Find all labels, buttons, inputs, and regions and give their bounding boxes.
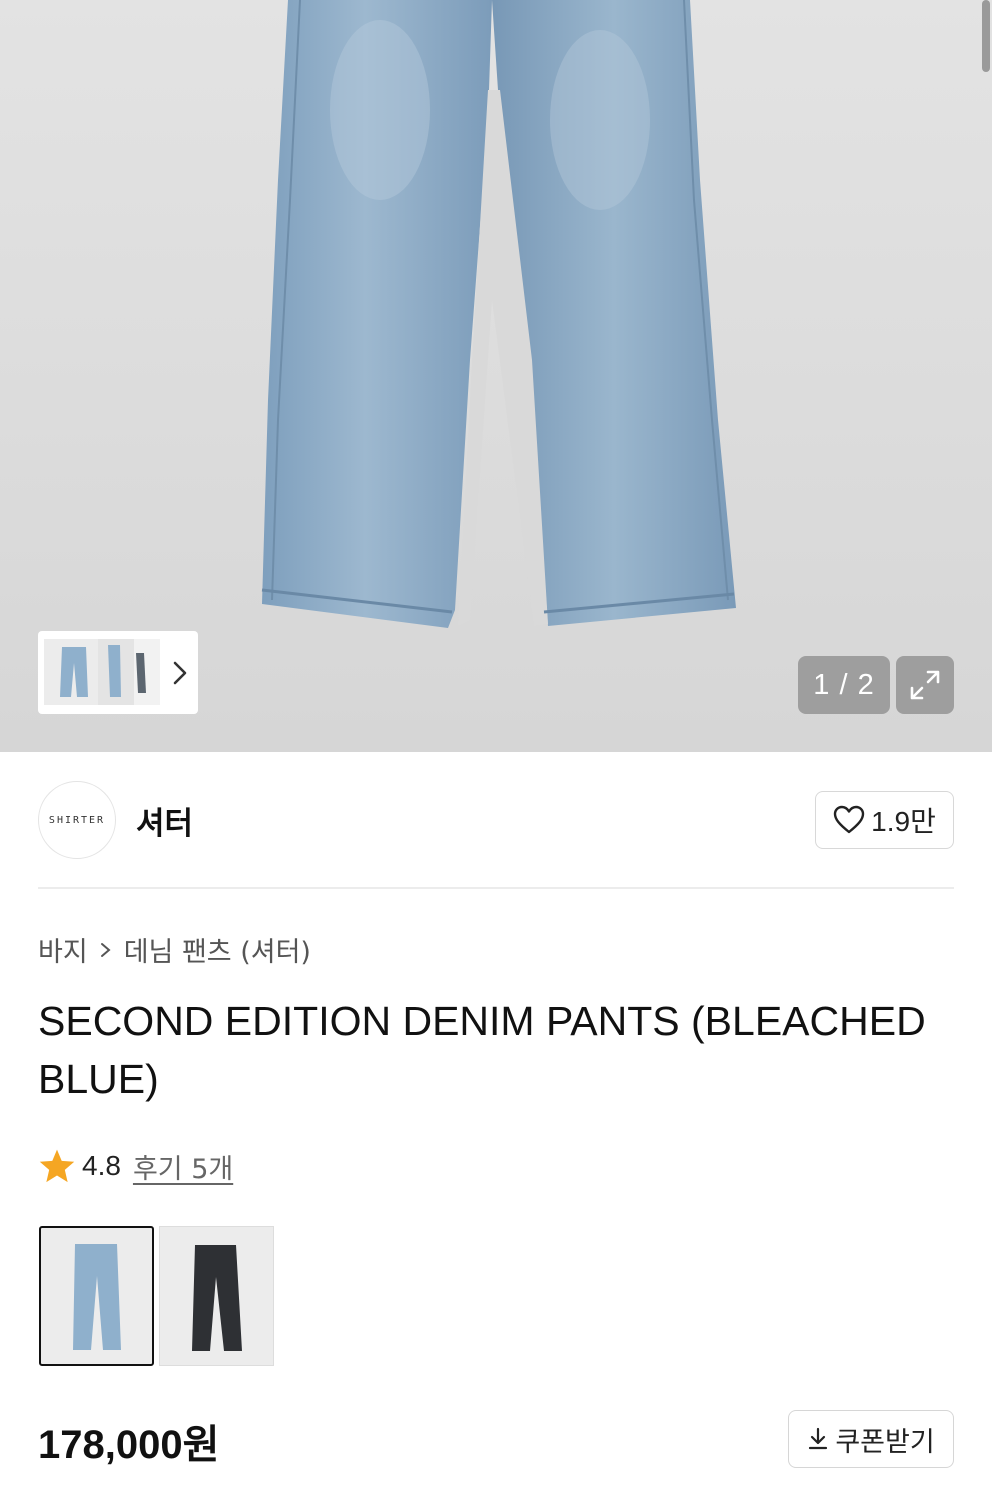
chevron-right-icon[interactable] xyxy=(170,655,192,691)
like-count: 1.9만 xyxy=(871,806,936,837)
heart-icon xyxy=(833,805,865,834)
star-icon xyxy=(39,1149,75,1183)
chevron-right-icon xyxy=(100,942,111,957)
product-image-gallery[interactable]: 1 / 2 xyxy=(0,0,992,752)
like-button[interactable]: 1.9만 xyxy=(815,791,954,849)
page-scrollbar[interactable] xyxy=(982,0,990,72)
product-price: 178,000원 xyxy=(38,1423,220,1467)
expand-button[interactable] xyxy=(896,656,954,714)
gallery-thumbnail[interactable] xyxy=(44,639,104,705)
breadcrumb-item-denim[interactable]: 데님 팬츠 (셔터) xyxy=(124,930,311,969)
coupon-button[interactable]: 쿠폰받기 xyxy=(788,1410,954,1468)
download-icon xyxy=(809,1427,828,1450)
thumbnail-jeans-image xyxy=(136,653,146,693)
brand-logo-text: SHIRTER xyxy=(48,814,106,826)
thumbnail-jeans-image xyxy=(108,645,121,697)
brand-name[interactable]: 셔터 xyxy=(136,798,193,843)
thumbnail-jeans-image xyxy=(60,647,88,697)
product-title: SECOND EDITION DENIM PANTS (BLEACHED BLU… xyxy=(38,998,926,1102)
color-option-bleached-blue[interactable] xyxy=(39,1226,154,1366)
section-divider xyxy=(38,887,954,889)
breadcrumb-item-pants[interactable]: 바지 xyxy=(38,930,88,969)
color-option-black[interactable] xyxy=(159,1226,274,1366)
rating-score: 4.8 xyxy=(82,1150,121,1181)
breadcrumb: 바지 데님 팬츠 (셔터) xyxy=(38,930,311,969)
color-swatch-image xyxy=(73,1244,121,1350)
expand-icon xyxy=(910,670,940,700)
brand-logo[interactable]: SHIRTER xyxy=(38,781,116,859)
reviews-link[interactable]: 후기 5개 xyxy=(133,1147,233,1186)
gallery-thumbnail[interactable] xyxy=(134,639,160,705)
gallery-thumbnail[interactable] xyxy=(98,639,134,705)
rating-row: 4.8 후기 5개 xyxy=(38,1146,233,1186)
coupon-label: 쿠폰받기 xyxy=(835,1426,935,1458)
gallery-page-counter: 1 / 2 xyxy=(798,656,890,714)
color-swatch-image xyxy=(192,1245,242,1351)
gallery-thumbnail-strip[interactable] xyxy=(38,631,198,714)
